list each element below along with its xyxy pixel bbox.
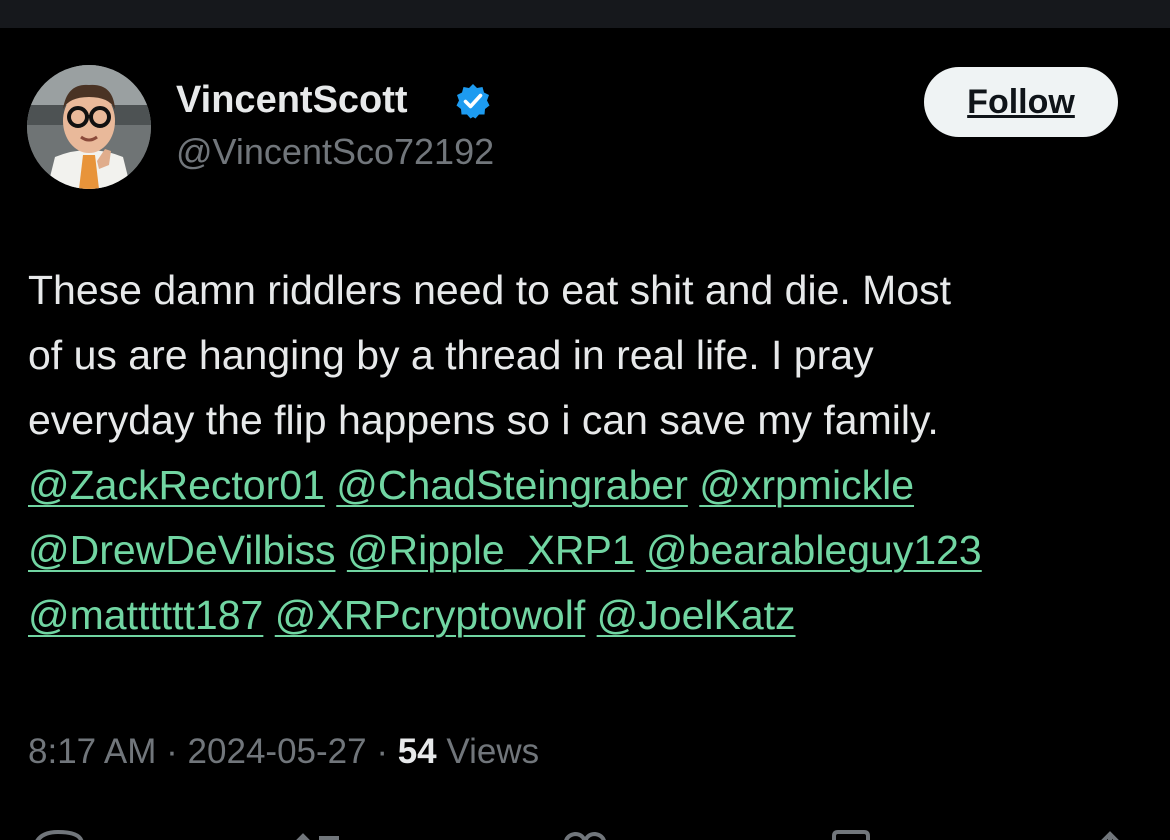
mention-link[interactable]: @ChadSteingraber	[336, 462, 688, 508]
mention-link[interactable]: @bearableguy123	[646, 527, 982, 573]
mention-line: @matttttt187 @XRPcryptowolf @JoelKatz	[28, 583, 1138, 648]
views-count: 54	[397, 732, 437, 771]
follow-button[interactable]: Follow	[924, 67, 1118, 137]
retweet-icon[interactable]	[285, 826, 345, 840]
like-icon[interactable]	[555, 826, 615, 840]
mention-line: @ZackRector01 @ChadSteingraber @xrpmickl…	[28, 453, 1138, 518]
top-strip	[0, 0, 1170, 28]
views-label: Views	[446, 732, 540, 771]
action-bar	[0, 818, 1170, 840]
bookmark-icon[interactable]	[826, 826, 886, 840]
tweet-meta: 8:17 AM · 2024-05-27 · 54 Views	[28, 730, 539, 774]
mention-link[interactable]: @ZackRector01	[28, 462, 325, 508]
meta-separator: ·	[166, 732, 178, 771]
mention-link[interactable]: @xrpmickle	[699, 462, 914, 508]
mention-link[interactable]: @JoelKatz	[597, 592, 796, 638]
mention-link[interactable]: @matttttt187	[28, 592, 263, 638]
mention-line: @DrewDeVilbiss @Ripple_XRP1 @bearableguy…	[28, 518, 1138, 583]
mention-link[interactable]: @Ripple_XRP1	[347, 527, 635, 573]
avatar[interactable]	[27, 65, 151, 189]
mention-link[interactable]: @XRPcryptowolf	[275, 592, 585, 638]
tweet-text-line: everyday the flip happens so i can save …	[28, 397, 939, 443]
tweet-date[interactable]: 2024-05-27	[188, 732, 367, 771]
verified-badge-icon	[456, 84, 490, 119]
user-handle[interactable]: @VincentSco72192	[176, 130, 494, 174]
tweet-text-line: of us are hanging by a thread in real li…	[28, 332, 874, 378]
tweet-time[interactable]: 8:17 AM	[28, 732, 156, 771]
tweet-text: These damn riddlers need to eat shit and…	[28, 258, 1138, 648]
meta-separator: ·	[376, 732, 388, 771]
reply-icon[interactable]	[28, 826, 88, 840]
tweet-view: VincentScott @VincentSco72192 Follow The…	[0, 0, 1170, 840]
share-icon[interactable]	[1080, 826, 1140, 840]
display-name[interactable]: VincentScott	[176, 78, 408, 122]
tweet-text-line: These damn riddlers need to eat shit and…	[28, 267, 952, 313]
mention-link[interactable]: @DrewDeVilbiss	[28, 527, 335, 573]
